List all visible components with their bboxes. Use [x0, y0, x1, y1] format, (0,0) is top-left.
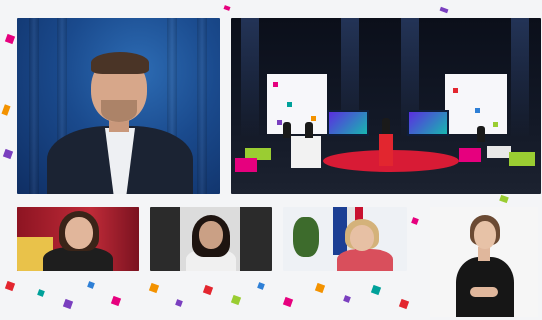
- banner-dot: [493, 122, 498, 127]
- stage-cube: [235, 158, 257, 172]
- interpreter-neck: [478, 247, 490, 261]
- banner-dot: [277, 120, 282, 125]
- stage-speaker: [283, 122, 291, 138]
- stage-speaker: [382, 118, 390, 134]
- sign-language-interpreter-tile[interactable]: [430, 207, 538, 317]
- stage-light: [511, 18, 529, 138]
- confetti-decoration: [1, 104, 11, 116]
- confetti-decoration: [110, 295, 122, 307]
- banner-dot: [273, 82, 278, 87]
- host-video-tile[interactable]: [17, 18, 220, 194]
- confetti-decoration: [223, 5, 231, 11]
- participant-video-tile-3[interactable]: [283, 207, 407, 271]
- curtain-backdrop: [197, 18, 207, 194]
- stage-light: [241, 18, 259, 138]
- confetti-decoration: [439, 6, 449, 14]
- stage-desk: [291, 136, 321, 168]
- curtain-backdrop: [29, 18, 39, 194]
- confetti-decoration: [148, 282, 160, 294]
- confetti-decoration: [4, 280, 16, 292]
- stage-cube: [487, 146, 511, 158]
- participant-video-tile-1[interactable]: [17, 207, 139, 271]
- video-conference-layout: [0, 0, 542, 320]
- interpreter-face: [474, 221, 496, 249]
- confetti-decoration: [87, 281, 95, 289]
- confetti-decoration: [37, 289, 45, 297]
- stage-cube: [459, 148, 481, 162]
- stage-video-tile[interactable]: [231, 18, 541, 194]
- stage-screen-right: [407, 110, 449, 136]
- confetti-decoration: [411, 217, 419, 225]
- confetti-decoration: [370, 284, 382, 296]
- banner-dot: [453, 88, 458, 93]
- host-hair: [91, 52, 149, 74]
- stage-banner-left: [267, 74, 327, 134]
- confetti-decoration: [202, 284, 214, 296]
- confetti-decoration: [175, 299, 183, 307]
- stage-cube: [509, 152, 535, 166]
- participant-face: [65, 217, 93, 249]
- stage-podium: [379, 134, 393, 166]
- confetti-decoration: [230, 294, 242, 306]
- confetti-decoration: [282, 296, 294, 308]
- confetti-decoration: [343, 295, 351, 303]
- banner-dot: [287, 102, 292, 107]
- confetti-decoration: [499, 194, 509, 204]
- banner-dot: [311, 116, 316, 121]
- participant-face: [199, 221, 223, 249]
- confetti-decoration: [4, 33, 16, 45]
- confetti-decoration: [314, 282, 326, 294]
- participant-torso: [337, 249, 393, 271]
- interpreter-hand: [470, 287, 498, 297]
- participant-face: [350, 225, 374, 251]
- confetti-decoration: [398, 298, 410, 310]
- stage-banner-right: [445, 74, 507, 134]
- confetti-decoration: [62, 298, 74, 310]
- stage-speaker: [305, 122, 313, 138]
- confetti-decoration: [2, 148, 14, 160]
- confetti-decoration: [257, 282, 265, 290]
- plant-decoration: [293, 217, 319, 257]
- host-beard: [101, 100, 137, 122]
- stage-speaker: [477, 126, 485, 142]
- stage-screen-left: [327, 110, 369, 136]
- banner-dot: [475, 108, 480, 113]
- participant-video-tile-2[interactable]: [150, 207, 272, 271]
